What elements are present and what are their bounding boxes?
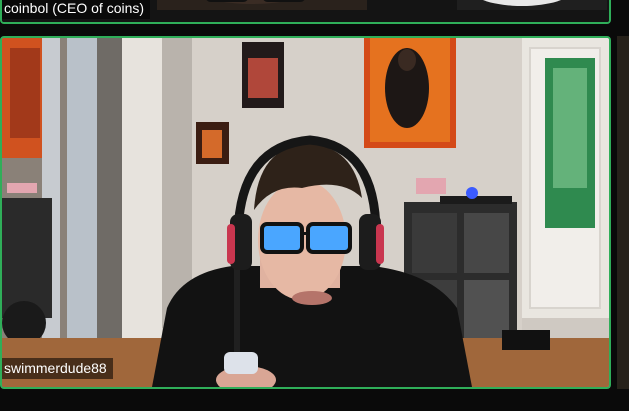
participant-tile-top[interactable]: coinbol (CEO of coins) xyxy=(0,0,611,24)
participant-tile-main[interactable]: swimmerdude88 xyxy=(0,36,611,389)
participant-name: swimmerdude88 xyxy=(2,358,113,379)
participant-name: coinbol (CEO of coins) xyxy=(2,0,151,19)
adjacent-video-edge xyxy=(617,36,629,389)
video-feed-main xyxy=(2,38,609,387)
